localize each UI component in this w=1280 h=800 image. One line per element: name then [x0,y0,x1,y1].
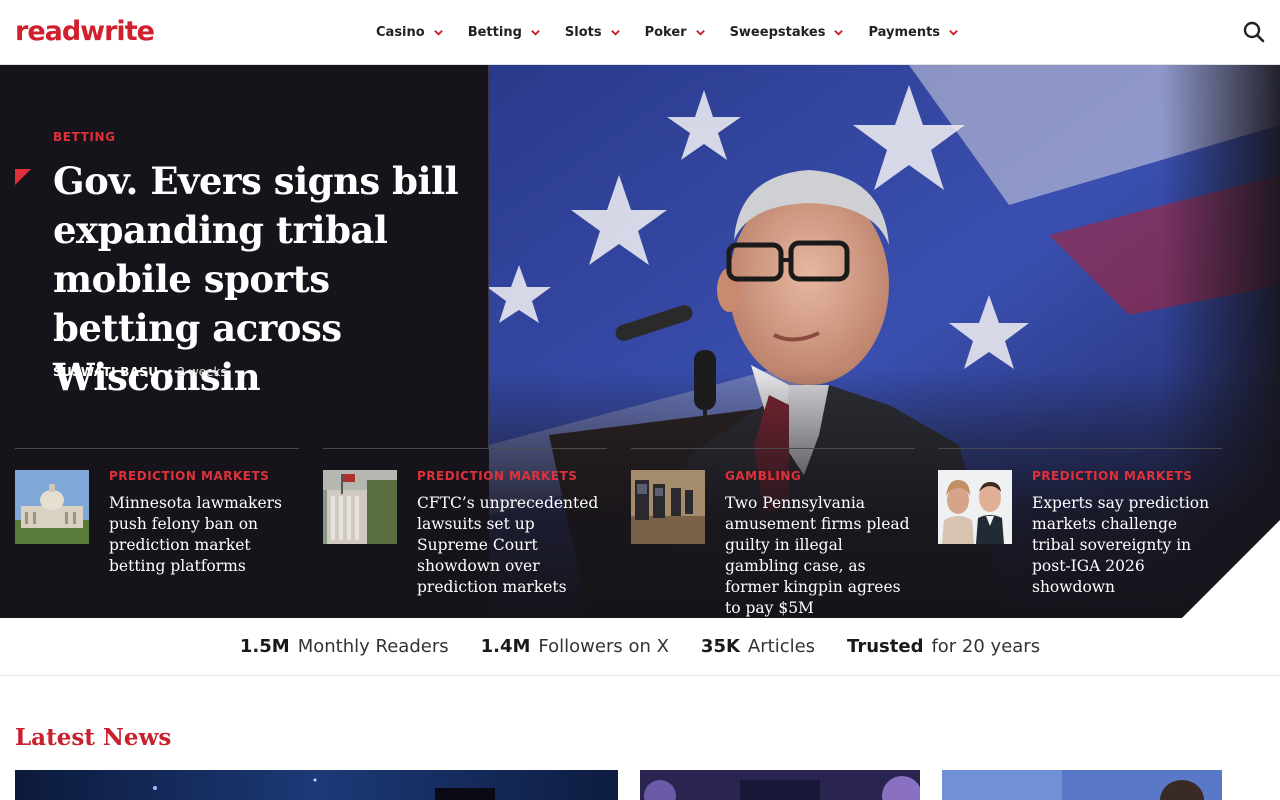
nav-label: Sweepstakes [729,24,826,40]
stat-label: for 20 years [931,636,1041,657]
latest-news-heading: Latest News [15,724,172,751]
sub-article-list: PREDICTION MARKETS Minnesota lawmakers p… [15,448,1222,618]
article-category[interactable]: PREDICTION MARKETS [109,469,269,483]
article-category[interactable]: GAMBLING [725,469,801,483]
nav-item-payments[interactable]: Payments [868,25,959,40]
article-thumbnail[interactable] [323,470,397,544]
sub-article-card[interactable]: PREDICTION MARKETS Experts say predictio… [938,448,1222,618]
article-title[interactable]: Two Pennsylvania amusement firms plead g… [725,493,917,618]
chevron-down-icon [610,29,620,36]
stat-monthly-readers: 1.5M Monthly Readers [240,636,449,657]
corner-flag-icon [15,169,31,185]
chevron-down-icon [695,29,705,36]
sub-article-card[interactable]: PREDICTION MARKETS Minnesota lawmakers p… [15,448,299,618]
stat-trusted: Trusted for 20 years [847,636,1040,657]
nav-label: Payments [868,24,941,40]
article-thumbnail[interactable] [15,470,89,544]
stat-followers: 1.4M Followers on X [481,636,669,657]
chevron-down-icon [531,29,540,36]
stats-bar: 1.5M Monthly Readers 1.4M Followers on X… [0,618,1280,676]
search-icon[interactable] [1243,21,1265,43]
stat-value: 1.5M [239,636,290,657]
corner-cut-decoration [1182,520,1280,618]
hero-section: BETTING Gov. Evers signs bill expanding … [0,65,1280,618]
meta-separator: • [166,365,174,379]
main-nav: Casino Betting Slots Poker Sweepstakes P… [376,0,983,64]
article-title[interactable]: CFTC’s unprecedented lawsuits set up Sup… [417,493,609,598]
chevron-down-icon [949,29,958,36]
hero-meta: SUSWATI BASU • 2 weeks [53,365,227,379]
latest-article-image[interactable] [640,770,920,800]
nav-label: Poker [644,24,687,40]
latest-article-image[interactable] [15,770,618,800]
article-thumbnail[interactable] [938,470,1012,544]
article-title[interactable]: Minnesota lawmakers push felony ban on p… [109,493,301,577]
nav-item-slots[interactable]: Slots [565,25,621,40]
stat-articles: 35K Articles [701,636,815,657]
stat-label: Followers on X [538,636,669,657]
hero-author[interactable]: SUSWATI BASU [53,365,158,379]
chevron-down-icon [834,29,844,36]
nav-item-betting[interactable]: Betting [468,25,541,40]
nav-label: Slots [564,24,602,40]
site-logo[interactable]: readwrite [15,14,155,50]
article-thumbnail[interactable] [631,470,705,544]
nav-label: Casino [376,24,425,40]
stat-label: Articles [747,636,816,657]
latest-article-image[interactable] [942,770,1222,800]
nav-item-poker[interactable]: Poker [645,25,706,40]
hero-divider [488,65,489,448]
nav-item-casino[interactable]: Casino [376,25,444,40]
nav-item-sweepstakes[interactable]: Sweepstakes [730,25,845,40]
hero-category[interactable]: BETTING [53,130,116,144]
hero-timestamp: 2 weeks [177,365,227,379]
sub-article-card[interactable]: PREDICTION MARKETS CFTC’s unprecedented … [323,448,607,618]
stat-value: 1.4M [480,636,531,657]
article-category[interactable]: PREDICTION MARKETS [417,469,577,483]
site-header: readwrite Casino Betting Slots Poker Swe… [0,0,1280,65]
sub-article-card[interactable]: GAMBLING Two Pennsylvania amusement firm… [631,448,915,618]
stat-label: Monthly Readers [297,636,449,657]
nav-label: Betting [467,24,522,40]
article-category[interactable]: PREDICTION MARKETS [1032,469,1192,483]
chevron-down-icon [433,29,443,36]
stat-value: 35K [700,636,740,657]
stat-value: Trusted [847,636,924,657]
